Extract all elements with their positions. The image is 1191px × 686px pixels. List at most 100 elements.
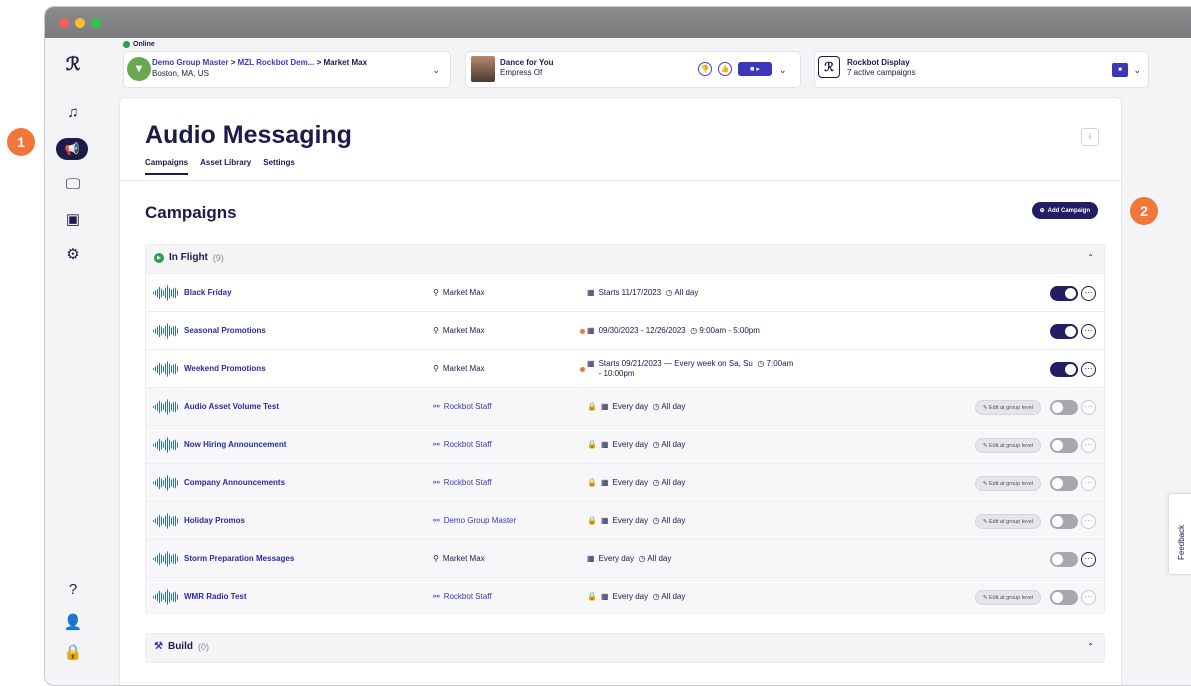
collapse-chevron-icon[interactable]: ⌃ (1087, 253, 1094, 262)
campaign-toggle[interactable] (1050, 400, 1078, 415)
calendar-icon: ▦ (600, 402, 609, 411)
gallery-icon[interactable]: ▣ (59, 208, 87, 230)
campaign-row[interactable]: Black Friday ⚲ Market Max ▦ Starts 11/17/202… (146, 273, 1104, 311)
campaign-toggle[interactable] (1050, 286, 1078, 301)
campaign-toggle[interactable] (1050, 438, 1078, 453)
campaign-location[interactable]: ⚯ Demo Group Master (433, 516, 516, 525)
more-options-icon[interactable]: ⋯ (1081, 438, 1096, 453)
lock-icon: 🔒 (587, 402, 597, 411)
more-options-icon[interactable]: ⋯ (1081, 324, 1096, 339)
campaign-row[interactable]: Seasonal Promotions ⚲ Market Max ▦ 09/30/202… (146, 311, 1104, 349)
lock-icon[interactable]: 🔒 (59, 641, 87, 663)
clock-icon: ◷ (652, 440, 660, 449)
more-options-icon[interactable]: ⋯ (1081, 362, 1096, 377)
campaign-row[interactable]: Now Hiring Announcement ⚯ Rockbot Staff 🔒 ▦ E… (146, 425, 1104, 463)
campaign-row[interactable]: Company Announcements ⚯ Rockbot Staff 🔒 ▦ Eve… (146, 463, 1104, 501)
campaign-toggle[interactable] (1050, 362, 1078, 377)
user-icon[interactable]: 👤 (59, 611, 87, 633)
campaign-location[interactable]: ⚯ Rockbot Staff (433, 592, 492, 601)
location-selector[interactable]: ▼ Demo Group Master > MZL Rockbot Dem...… (123, 51, 451, 88)
song-title: Dance for You (500, 58, 554, 67)
waveform-icon (153, 399, 179, 415)
display-selector[interactable]: ℛ Rockbot Display 7 active campaigns ■ ⌄ (814, 51, 1149, 88)
campaign-location[interactable]: ⚯ Rockbot Staff (433, 478, 492, 487)
chevron-down-icon[interactable]: ⌄ (432, 65, 440, 76)
campaign-location: ⚲ Market Max (433, 364, 485, 373)
chevron-down-icon[interactable]: ⌄ (779, 65, 787, 76)
play-icon: ▶ (154, 252, 164, 263)
campaign-name[interactable]: Storm Preparation Messages (184, 554, 294, 563)
edit-at-group-level-button[interactable]: ✎ Edit at group level (974, 514, 1041, 529)
campaign-toggle[interactable] (1050, 552, 1078, 567)
tab-asset-library[interactable]: Asset Library (200, 158, 251, 175)
more-options-icon[interactable]: ⋯ (1081, 476, 1096, 491)
campaign-toggle[interactable] (1050, 476, 1078, 491)
hierarchy-icon: ⚯ (433, 592, 440, 601)
rockbot-logo-icon[interactable]: ℛ (59, 53, 87, 75)
help-icon[interactable]: ? (59, 578, 87, 600)
campaign-toggle[interactable] (1050, 590, 1078, 605)
tab-campaigns[interactable]: Campaigns (145, 158, 189, 175)
location-pin-icon: ⚲ (433, 554, 439, 563)
more-options-icon[interactable]: ⋯ (1081, 552, 1096, 567)
edit-at-group-level-button[interactable]: ✎ Edit at group level (974, 476, 1041, 491)
hierarchy-icon: ⚯ (433, 516, 440, 525)
campaign-toggle[interactable] (1050, 514, 1078, 529)
campaign-toggle[interactable] (1050, 324, 1078, 339)
campaign-location[interactable]: ⚯ Rockbot Staff (433, 440, 492, 449)
campaign-location: ⚲ Market Max (433, 288, 485, 297)
add-campaign-button[interactable]: ⊕ Add Campaign (1031, 202, 1098, 219)
info-icon[interactable]: i (1081, 128, 1099, 146)
close-window-button[interactable] (59, 18, 69, 28)
campaign-schedule: ▦ Starts 09/21/2023 — Every week on Sa, S… (587, 359, 794, 378)
location-pin-icon: ⚲ (433, 288, 439, 297)
more-options-icon[interactable]: ⋯ (1081, 590, 1096, 605)
display-stop-button[interactable]: ■ (1112, 63, 1128, 77)
campaign-row[interactable]: Audio Asset Volume Test ⚯ Rockbot Staff 🔒 ▦ E… (146, 387, 1104, 425)
build-header[interactable]: ⚒ Build (0) (154, 641, 209, 652)
campaign-row[interactable]: Holiday Promos ⚯ Demo Group Master 🔒 ▦ Every … (146, 501, 1104, 539)
thumbs-up-icon[interactable]: 👍 (718, 62, 732, 76)
campaign-list: Black Friday ⚲ Market Max ▦ Starts 11/17/202… (146, 273, 1104, 615)
campaign-name[interactable]: Company Announcements (184, 478, 285, 487)
campaign-schedule: ▦ Starts 11/17/2023 ◷ All day (587, 288, 699, 297)
tab-settings[interactable]: Settings (263, 158, 295, 175)
song-artist: Empress Of (500, 68, 543, 77)
edit-at-group-level-button[interactable]: ✎ Edit at group level (974, 438, 1041, 453)
campaign-row[interactable]: Weekend Promotions ⚲ Market Max ▦ Starts 09/… (146, 349, 1104, 387)
calendar-icon: ▦ (600, 516, 609, 525)
more-options-icon[interactable]: ⋯ (1081, 514, 1096, 529)
campaign-name[interactable]: Seasonal Promotions (184, 326, 266, 335)
campaign-name[interactable]: Weekend Promotions (184, 364, 266, 373)
chevron-down-icon[interactable]: ⌄ (1133, 65, 1141, 76)
display-logo-icon: ℛ (818, 56, 840, 78)
edit-at-group-level-button[interactable]: ✎ Edit at group level (974, 590, 1041, 605)
tabs-divider (120, 180, 1121, 181)
campaign-name[interactable]: Audio Asset Volume Test (184, 402, 279, 411)
thumbs-down-icon[interactable]: 👎 (698, 62, 712, 76)
campaign-row[interactable]: WMR Radio Test ⚯ Rockbot Staff 🔒 ▦ Every day … (146, 577, 1104, 615)
campaign-name[interactable]: Now Hiring Announcement (184, 440, 286, 449)
minimize-window-button[interactable] (75, 18, 85, 28)
playback-controls[interactable]: ■ ▸ (738, 62, 772, 76)
music-note-icon[interactable]: ♫ (59, 101, 87, 123)
more-options-icon[interactable]: ⋯ (1081, 400, 1096, 415)
gear-icon[interactable]: ⚙ (59, 243, 87, 265)
maximize-window-button[interactable] (91, 18, 101, 28)
in-flight-header[interactable]: ▶ In Flight (9) (154, 252, 224, 263)
collapse-chevron-icon[interactable]: ⌃ (1087, 642, 1094, 651)
location-pin-icon: ⚲ (433, 364, 439, 373)
monitor-icon[interactable]: 🖵 (59, 173, 87, 195)
campaign-name[interactable]: Holiday Promos (184, 516, 245, 525)
campaign-location[interactable]: ⚯ Rockbot Staff (433, 402, 492, 411)
clock-icon: ◷ (652, 516, 660, 525)
clock-icon: ◷ (690, 326, 698, 335)
campaign-row[interactable]: Storm Preparation Messages ⚲ Market Max ▦ Ev… (146, 539, 1104, 577)
feedback-tab[interactable]: Feedback (1168, 493, 1191, 575)
megaphone-icon[interactable]: 📢 (56, 138, 88, 160)
edit-at-group-level-button[interactable]: ✎ Edit at group level (974, 400, 1041, 415)
more-options-icon[interactable]: ⋯ (1081, 286, 1096, 301)
campaign-name[interactable]: WMR Radio Test (184, 592, 247, 601)
campaign-name[interactable]: Black Friday (184, 288, 232, 297)
campaign-location: ⚲ Market Max (433, 554, 485, 563)
